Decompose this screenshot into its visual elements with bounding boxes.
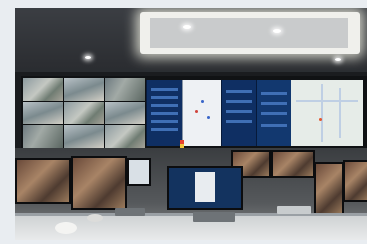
cctv-monitor <box>314 162 344 216</box>
cctv-monitor <box>71 156 127 210</box>
cctv-monitor <box>343 160 367 202</box>
monitor-map-view <box>195 172 215 202</box>
ceiling-spotlight <box>85 56 91 59</box>
camera-feed <box>105 125 145 148</box>
desktop-monitor <box>127 158 151 186</box>
map-road <box>296 100 358 102</box>
cctv-monitor <box>15 158 71 204</box>
map-road <box>321 84 323 142</box>
control-room-photo <box>15 8 367 240</box>
cctv-monitor <box>271 150 315 178</box>
dashboard-panel <box>256 80 291 146</box>
map-marker <box>195 110 198 113</box>
camera-feed <box>64 101 104 125</box>
dashboard-panel <box>221 80 256 146</box>
map-marker <box>207 116 210 119</box>
keyboard <box>115 208 145 216</box>
camera-feed <box>23 78 63 101</box>
desk-phone <box>55 222 77 234</box>
map-panel <box>291 80 363 146</box>
ceiling-recess <box>150 18 348 48</box>
camera-feed <box>64 78 104 101</box>
map-marker <box>319 118 322 121</box>
map-marker <box>201 100 204 103</box>
camera-feed <box>105 78 145 101</box>
camera-feed <box>23 125 63 148</box>
operator-dashboard-monitor <box>167 166 243 210</box>
keyboard <box>193 212 235 222</box>
document-tray <box>277 206 311 214</box>
camera-feed <box>64 125 104 148</box>
dashboard-panel <box>146 80 182 146</box>
ceiling-spotlight <box>273 29 281 33</box>
ceiling-spotlight <box>183 25 191 29</box>
ceiling-spotlight <box>335 58 341 61</box>
map-road <box>339 88 341 138</box>
camera-feed <box>23 101 63 125</box>
camera-feed-grid <box>23 78 145 148</box>
camera-feed <box>105 101 145 125</box>
dashboard-panel-light <box>182 80 221 146</box>
desk-phone <box>87 214 103 222</box>
